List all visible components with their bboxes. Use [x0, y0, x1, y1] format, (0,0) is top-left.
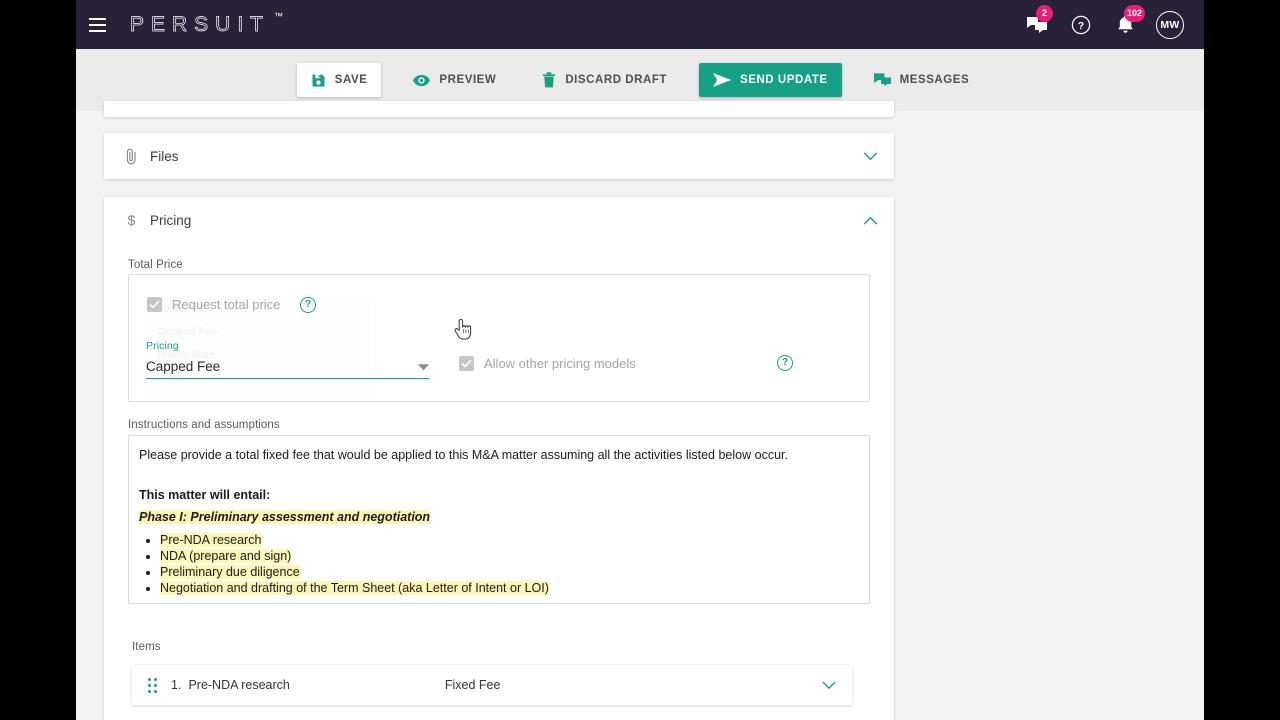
instructions-label: Instructions and assumptions	[128, 419, 280, 431]
instructions-bullet-list: Pre-NDA research NDA (prepare and sign) …	[139, 532, 859, 597]
help-glyph: ?	[781, 357, 789, 368]
help-glyph: ?	[304, 299, 312, 310]
header-actions: 2 ? 102 MW	[1024, 4, 1204, 39]
messages-badge: 2	[1036, 4, 1053, 22]
item-name: Pre-NDA research	[188, 678, 290, 692]
messages-icon[interactable]: 2	[1024, 4, 1053, 38]
drag-handle-icon[interactable]	[148, 677, 157, 693]
pricing-select-value: Capped Fee	[146, 359, 221, 374]
chevron-down-icon[interactable]	[822, 681, 836, 690]
browser-viewport: PERSUIT ™ 2 ? 102 MW SAVE PREVIEW DISCAR…	[76, 0, 1204, 720]
bullet-text: NDA (prepare and sign)	[160, 549, 292, 563]
instructions-and-assumptions-editor[interactable]: Please provide a total fixed fee that wo…	[128, 435, 870, 604]
allow-other-pricing-models-help-icon[interactable]: ?	[777, 355, 793, 371]
save-disk-icon	[311, 73, 326, 88]
item-pricing-model: Fixed Fee	[444, 678, 501, 692]
bullet-text: Preliminary due diligence	[160, 565, 300, 580]
instructions-phase-heading: Phase I: Preliminary assessment and nego…	[139, 510, 431, 525]
avatar[interactable]: MW	[1156, 10, 1184, 39]
table-row[interactable]: 1. Pre-NDA research Fixed Fee	[132, 665, 852, 705]
page-content: Files $ Pricing Total Price Fixed Fee Ca…	[76, 101, 1204, 720]
save-label: SAVE	[334, 74, 368, 86]
bullet-text: Negotiation and drafting of the Term She…	[160, 581, 549, 596]
paperclip-icon	[120, 148, 142, 165]
items-label: Items	[132, 641, 161, 653]
request-total-price-label: Request total price	[172, 297, 281, 312]
allow-other-pricing-models-row[interactable]: Allow other pricing models	[459, 356, 636, 371]
instructions-spacer	[139, 464, 859, 488]
preview-label: PREVIEW	[439, 74, 497, 86]
notifications-bell-icon[interactable]: 102	[1112, 4, 1146, 38]
list-item: Preliminary due diligence	[160, 564, 859, 580]
avatar-initials: MW	[1160, 18, 1180, 31]
dollar-icon: $	[120, 212, 142, 229]
dropdown-arrow-icon[interactable]	[418, 358, 429, 376]
instructions-intro: Please provide a total fixed fee that wo…	[139, 448, 788, 462]
previous-section-card	[104, 101, 894, 117]
discard-draft-label: DISCARD DRAFT	[565, 74, 668, 86]
preview-button[interactable]: PREVIEW	[399, 63, 510, 97]
list-item: Pre-NDA research	[160, 532, 859, 548]
hamburger-menu-icon[interactable]	[80, 8, 114, 42]
discard-draft-button[interactable]: DISCARD DRAFT	[528, 63, 681, 97]
trash-icon	[542, 72, 556, 88]
messages-label: MESSAGES	[899, 74, 970, 86]
chat-bubble-icon	[873, 73, 891, 87]
eye-icon	[413, 74, 431, 87]
instructions-entail-heading: This matter will entail:	[139, 487, 271, 502]
request-total-price-checkbox[interactable]	[147, 297, 162, 312]
pricing-select-label: Pricing	[146, 340, 179, 352]
bullet-text: Pre-NDA research	[160, 532, 262, 547]
pricing-title: Pricing	[150, 212, 192, 228]
request-total-price-help-icon[interactable]: ?	[300, 297, 316, 313]
total-price-label: Total Price	[128, 259, 183, 271]
pricing-section-card: $ Pricing Total Price Fixed Fee Capped F…	[104, 197, 894, 720]
persuit-logo: PERSUIT ™	[130, 11, 283, 37]
chevron-up-icon[interactable]	[863, 216, 878, 225]
trademark-symbol: ™	[274, 10, 284, 21]
send-paper-plane-icon	[713, 73, 732, 87]
list-item: Negotiation and drafting of the Term She…	[160, 580, 859, 596]
help-icon[interactable]: ?	[1068, 12, 1094, 38]
send-update-label: SEND UPDATE	[740, 74, 828, 86]
allow-other-pricing-models-label: Allow other pricing models	[484, 356, 636, 371]
total-price-panel: Fixed Fee Capped Fee Hourly Rate Other R…	[128, 274, 870, 402]
files-section-header[interactable]: Files	[104, 133, 894, 179]
chevron-down-icon[interactable]	[863, 151, 878, 161]
svg-text:$: $	[127, 213, 135, 229]
brand-text: PERSUIT	[130, 12, 271, 36]
notifications-badge: 102	[1124, 4, 1146, 22]
save-button[interactable]: SAVE	[296, 63, 382, 97]
send-update-button[interactable]: SEND UPDATE	[699, 63, 842, 97]
pricing-model-select[interactable]: Pricing Capped Fee	[146, 340, 429, 379]
pricing-section-header[interactable]: $ Pricing	[104, 197, 894, 243]
svg-text:?: ?	[1078, 20, 1084, 32]
app-header: PERSUIT ™ 2 ? 102 MW	[76, 0, 1204, 49]
messages-button[interactable]: MESSAGES	[860, 63, 984, 97]
item-number: 1.	[171, 678, 182, 692]
pricing-select-control[interactable]: Capped Fee	[146, 355, 429, 379]
files-title: Files	[150, 148, 179, 164]
list-item: NDA (prepare and sign)	[160, 548, 859, 564]
request-total-price-row[interactable]: Request total price	[147, 297, 280, 312]
allow-other-pricing-models-checkbox[interactable]	[459, 356, 474, 371]
